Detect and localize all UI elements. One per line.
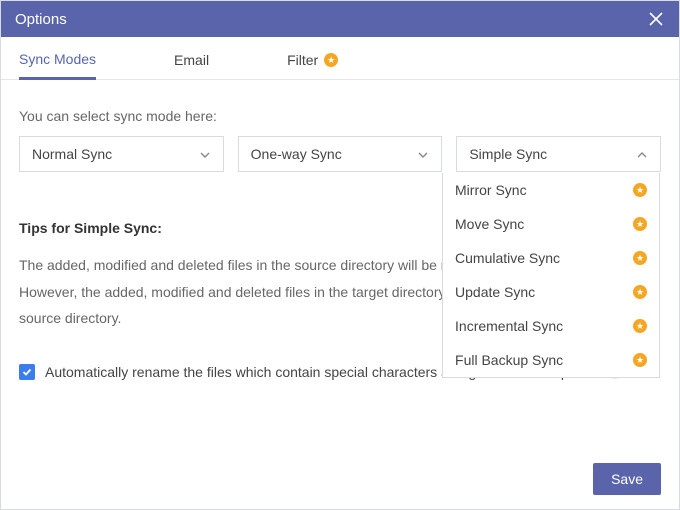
tab-label: Sync Modes: [19, 51, 96, 67]
check-icon: [22, 367, 32, 377]
window-title: Options: [15, 11, 67, 28]
select-simple-sync[interactable]: Simple Sync Mirror Sync ★ Move Sync ★ Cu…: [456, 136, 661, 172]
dropdown-item-incremental-sync[interactable]: Incremental Sync ★: [443, 309, 659, 343]
dropdown-item-label: Incremental Sync: [455, 318, 563, 334]
dropdown-item-label: Move Sync: [455, 216, 524, 232]
tab-label: Email: [174, 52, 209, 68]
select-value: Normal Sync: [32, 146, 112, 162]
tabs-row: Sync Modes Email Filter ★: [1, 37, 679, 80]
dropdown-item-move-sync[interactable]: Move Sync ★: [443, 207, 659, 241]
dropdown-item-cumulative-sync[interactable]: Cumulative Sync ★: [443, 241, 659, 275]
dropdown-item-label: Update Sync: [455, 284, 535, 300]
chevron-down-icon: [417, 148, 429, 160]
select-normal-sync[interactable]: Normal Sync: [19, 136, 224, 172]
star-icon: ★: [633, 285, 647, 299]
close-button[interactable]: [647, 10, 665, 28]
dropdown-item-label: Cumulative Sync: [455, 250, 560, 266]
star-icon: ★: [633, 217, 647, 231]
dropdown-item-label: Full Backup Sync: [455, 352, 563, 368]
hint-text: You can select sync mode here:: [19, 108, 661, 124]
star-icon: ★: [633, 251, 647, 265]
tab-sync-modes[interactable]: Sync Modes: [19, 51, 96, 80]
titlebar: Options: [1, 1, 679, 37]
dialog-footer: Save: [1, 449, 679, 509]
tab-label: Filter: [287, 52, 318, 68]
save-button[interactable]: Save: [593, 463, 661, 495]
star-icon: ★: [324, 53, 338, 67]
auto-rename-checkbox[interactable]: [19, 364, 35, 380]
dropdown-item-mirror-sync[interactable]: Mirror Sync ★: [443, 173, 659, 207]
tab-email[interactable]: Email: [174, 51, 209, 79]
chevron-down-icon: [199, 148, 211, 160]
select-one-way-sync[interactable]: One-way Sync: [238, 136, 443, 172]
tab-content: You can select sync mode here: Normal Sy…: [1, 80, 679, 449]
select-value: Simple Sync: [469, 146, 547, 162]
dropdown-item-update-sync[interactable]: Update Sync ★: [443, 275, 659, 309]
tab-filter[interactable]: Filter ★: [287, 51, 338, 79]
select-value: One-way Sync: [251, 146, 342, 162]
select-row: Normal Sync One-way Sync Simple Sync: [19, 136, 661, 172]
dropdown-panel: Mirror Sync ★ Move Sync ★ Cumulative Syn…: [442, 173, 660, 378]
star-icon: ★: [633, 353, 647, 367]
close-icon: [647, 10, 665, 28]
star-icon: ★: [633, 319, 647, 333]
options-dialog: Options Sync Modes Email Filter ★ You ca…: [0, 0, 680, 510]
star-icon: ★: [633, 183, 647, 197]
dropdown-item-full-backup-sync[interactable]: Full Backup Sync ★: [443, 343, 659, 377]
chevron-up-icon: [636, 148, 648, 160]
dropdown-item-label: Mirror Sync: [455, 182, 527, 198]
